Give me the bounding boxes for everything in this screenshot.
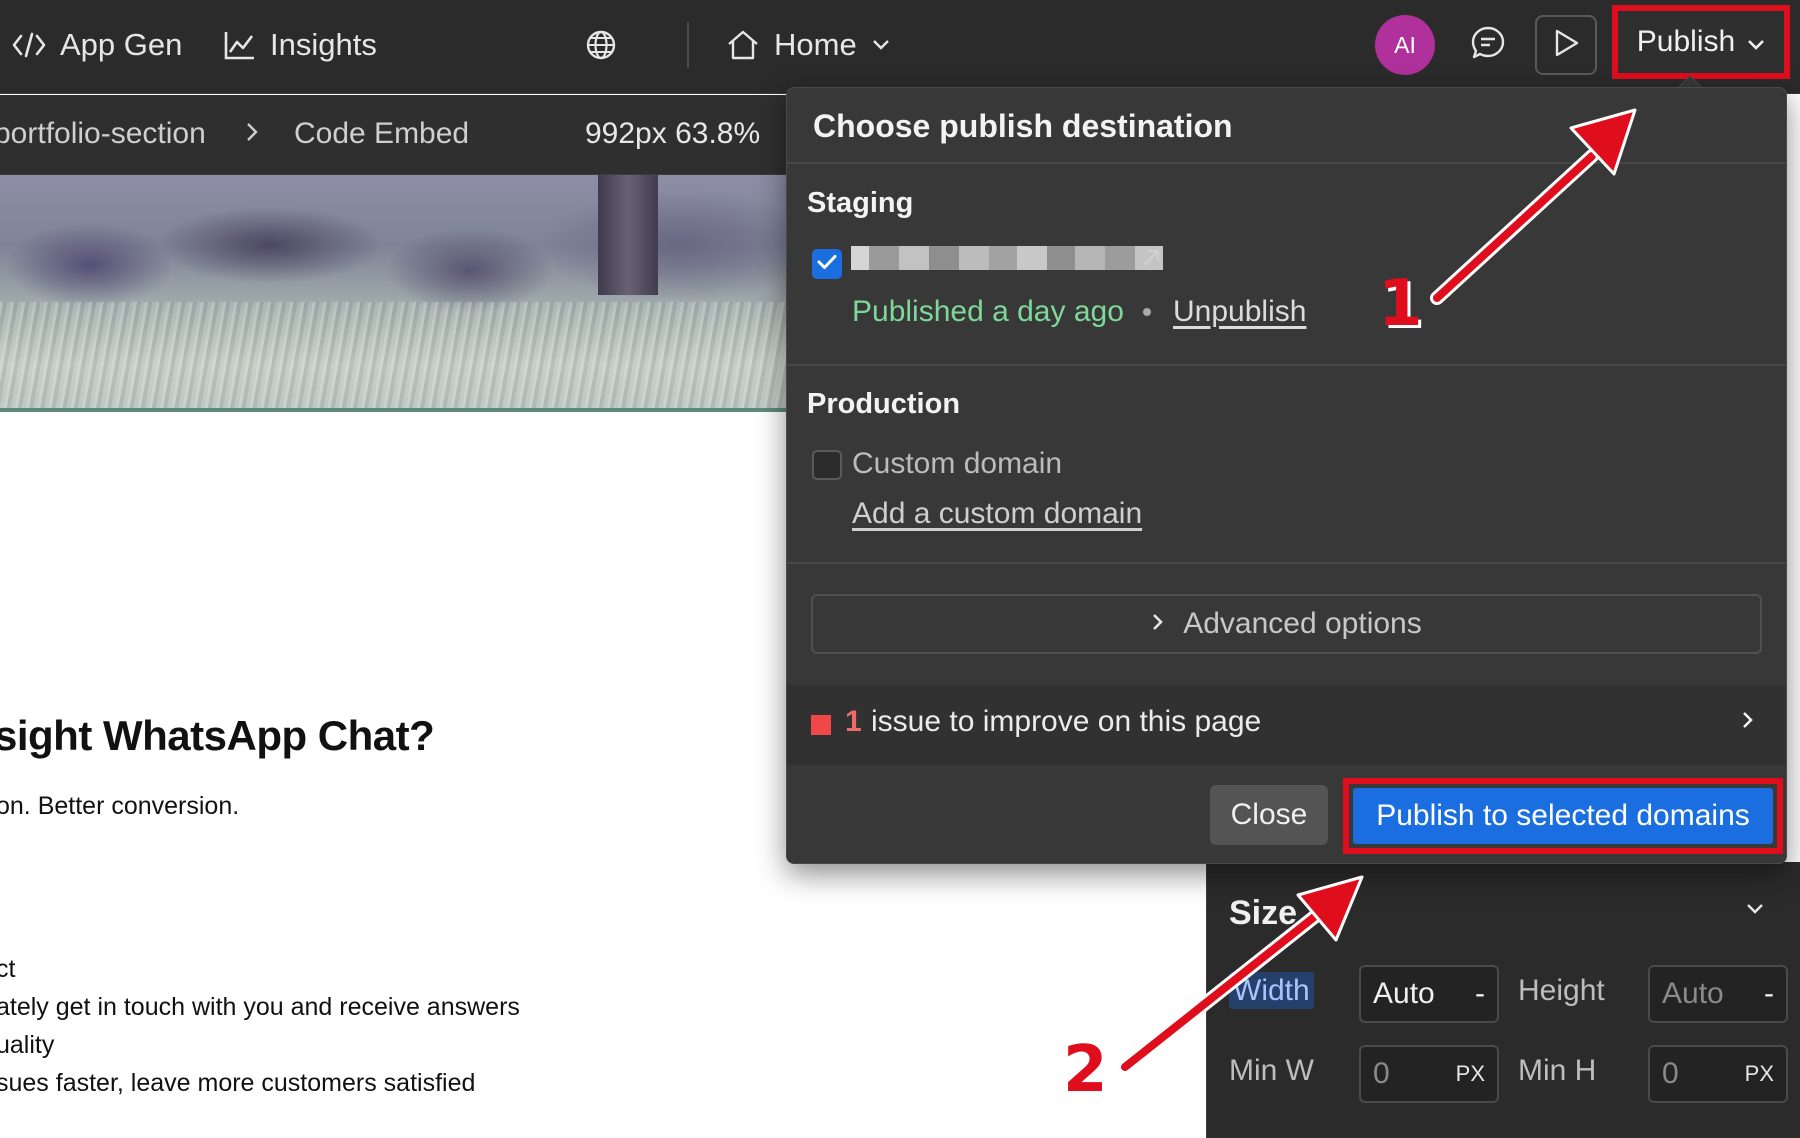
custom-domain-checkbox[interactable] (812, 450, 842, 480)
chevron-right-icon (1151, 607, 1165, 641)
add-custom-domain-link[interactable]: Add a custom domain (852, 497, 1142, 531)
chevron-right-icon (1741, 709, 1755, 736)
canvas-list-item: ct (0, 955, 16, 983)
publish-popover: Choose publish destination Staging Publi… (786, 87, 1787, 864)
insights-button[interactable]: Insights (224, 0, 377, 90)
min-width-field[interactable]: 0 PX (1359, 1045, 1499, 1103)
issues-row[interactable]: 1 issue to improve on this page (787, 685, 1786, 765)
style-panel: Size Width Auto - Height Auto - Min W 0 … (1206, 862, 1800, 1138)
close-button[interactable]: Close (1210, 785, 1328, 845)
hero-tree-trunk (598, 175, 658, 295)
chevron-right-icon (244, 119, 260, 153)
insights-label: Insights (270, 27, 377, 62)
size-section-title[interactable]: Size (1229, 894, 1297, 933)
page-name: Home (774, 27, 857, 62)
canvas-subtext: on. Better conversion. (0, 792, 240, 820)
comments-button[interactable] (1465, 22, 1511, 68)
app-gen-button[interactable]: App Gen (12, 0, 182, 90)
chevron-down-icon (1747, 25, 1765, 59)
issue-text: issue to improve on this page (871, 705, 1262, 738)
divider (787, 162, 1786, 164)
canvas-list-item: uality (0, 1031, 55, 1059)
publish-label: Publish (1636, 25, 1736, 58)
width-label-text: Width (1229, 972, 1314, 1009)
width-label: Width (1229, 972, 1314, 1009)
divider (787, 364, 1786, 366)
custom-domain-label: Custom domain (852, 447, 1063, 480)
width-field[interactable]: Auto - (1359, 965, 1499, 1023)
external-link-icon[interactable] (1139, 246, 1163, 275)
chevron-down-icon[interactable] (1745, 902, 1765, 921)
toolbar-divider (687, 22, 689, 68)
line-chart-icon (224, 30, 256, 60)
globe-icon (585, 29, 617, 61)
issue-count: 1 (845, 705, 862, 738)
hero-grass (0, 302, 790, 412)
width-value: Auto (1373, 977, 1435, 1010)
breadcrumb-item-element[interactable]: Code Embed (294, 117, 469, 151)
hero-divider (0, 408, 790, 412)
min-width-unit[interactable]: PX (1456, 1061, 1485, 1087)
min-height-label: Min H (1518, 1054, 1597, 1087)
breadcrumb-item-section[interactable]: portfolio-section (0, 117, 206, 151)
min-height-unit[interactable]: PX (1745, 1061, 1774, 1087)
chevron-down-icon (871, 38, 891, 52)
issue-indicator-icon (811, 715, 831, 735)
preview-button[interactable] (1535, 15, 1597, 75)
height-field[interactable]: Auto - (1648, 965, 1788, 1023)
step-1-text: 1 (1378, 267, 1423, 341)
canvas-list-item: ately get in touch with you and receive … (0, 993, 520, 1021)
unpublish-link[interactable]: Unpublish (1173, 295, 1306, 329)
popover-title: Choose publish destination (813, 108, 1233, 144)
hero-image (0, 175, 790, 412)
step-1-label: 1 1 (1378, 267, 1426, 344)
advanced-options-label: Advanced options (1183, 607, 1422, 640)
play-icon (1552, 28, 1580, 63)
publish-button[interactable]: Publish (1612, 5, 1790, 79)
min-height-value: 0 (1662, 1057, 1679, 1090)
home-icon (726, 30, 760, 60)
canvas-heading: sight WhatsApp Chat? (0, 712, 435, 759)
staging-status: Published a day ago (852, 295, 1124, 328)
staging-checkbox[interactable] (812, 249, 842, 279)
staging-title: Staging (807, 187, 914, 219)
production-title: Production (807, 388, 961, 420)
min-width-label: Min W (1229, 1054, 1314, 1087)
checkmark-icon (816, 253, 838, 276)
step-2-label: 2 2 (1063, 1033, 1111, 1110)
code-icon (12, 32, 46, 58)
publish-selected-highlight: Publish to selected domains (1343, 778, 1783, 854)
avatar[interactable]: AI (1375, 15, 1435, 75)
comment-icon (1470, 25, 1506, 66)
viewport-size: 992px 63.8% (585, 117, 761, 150)
height-label: Height (1518, 974, 1605, 1007)
top-toolbar: App Gen Insights Home AI Publish (0, 0, 1800, 94)
min-height-field[interactable]: 0 PX (1648, 1045, 1788, 1103)
advanced-options-button[interactable]: Advanced options (811, 594, 1762, 654)
breadcrumb: portfolio-section Code Embed 992px 63.8% (0, 95, 790, 175)
separator-dot (1143, 308, 1151, 316)
design-canvas[interactable]: sight WhatsApp Chat? on. Better conversi… (0, 175, 790, 1138)
height-unit[interactable]: - (1764, 977, 1774, 1011)
globe-button[interactable] (585, 0, 617, 90)
step-2-text: 2 (1063, 1033, 1108, 1107)
page-selector[interactable]: Home (726, 0, 891, 90)
height-value: Auto (1662, 977, 1724, 1010)
divider (787, 562, 1786, 564)
publish-to-selected-button[interactable]: Publish to selected domains (1353, 788, 1773, 844)
staging-domain-redacted (851, 246, 1163, 270)
app-gen-label: App Gen (60, 27, 183, 62)
min-width-value: 0 (1373, 1057, 1390, 1090)
width-unit[interactable]: - (1475, 977, 1485, 1011)
canvas-list-item: sues faster, leave more customers satisf… (0, 1069, 476, 1097)
